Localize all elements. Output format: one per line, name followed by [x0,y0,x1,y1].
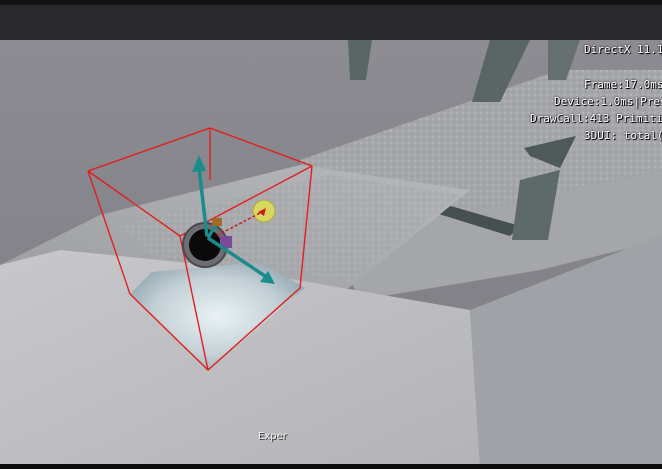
stat-3dui: 3DUI: total(0 [584,129,662,142]
stat-drawcall: DrawCall:413 Primitive [530,112,662,125]
title-bar-edge [0,0,662,5]
stat-device-time: Device:1.0ms|Prese [554,95,662,108]
stat-api: DirectX 11.1( [584,43,662,56]
scene-viewport[interactable]: DirectX 11.1( Frame:17.0ms| Device:1.0ms… [0,40,662,464]
bottom-edge [0,464,662,469]
editor-title-bar [0,0,662,40]
viewport-mode-label: Exper [258,431,287,442]
stat-frame-time: Frame:17.0ms| [584,78,662,91]
